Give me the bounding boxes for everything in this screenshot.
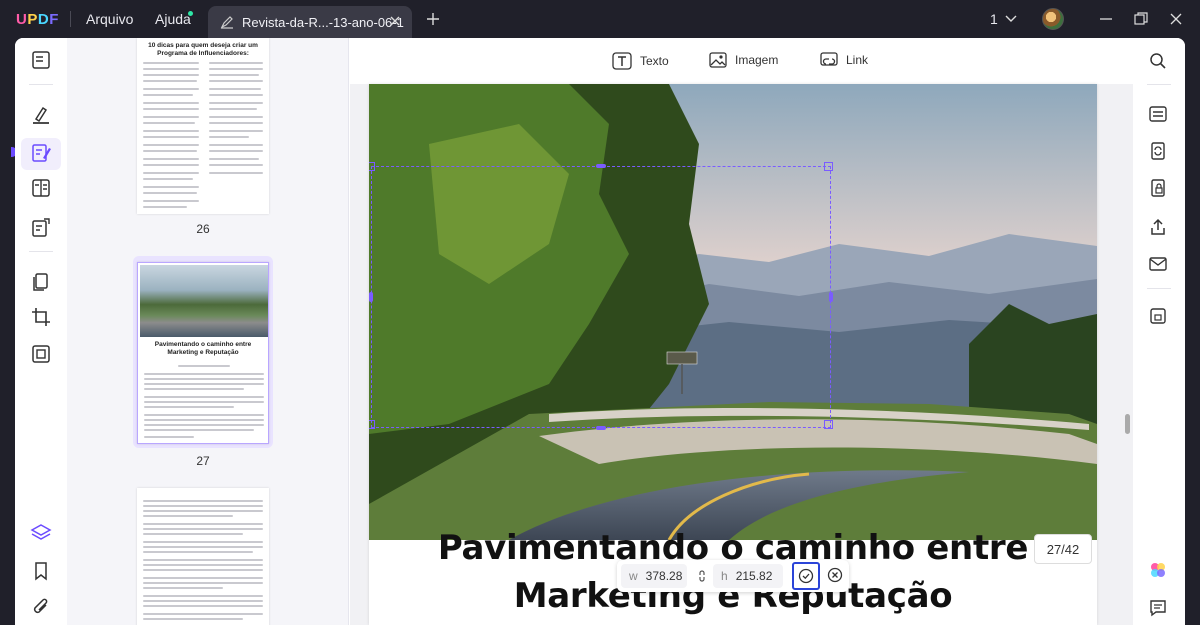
thumbnail-page-number: 27 [196, 454, 210, 468]
toolbar-divider [1147, 84, 1171, 85]
ocr-icon[interactable] [1148, 104, 1168, 124]
image-size-bar: w 378.28 h 215.82 [617, 560, 849, 592]
watermark-icon[interactable] [30, 343, 52, 365]
edit-pdf-icon[interactable] [30, 142, 52, 164]
thumb-road-image [140, 265, 268, 337]
restore-icon[interactable] [1133, 11, 1149, 27]
add-link-button[interactable]: Link [820, 52, 868, 68]
save-icon[interactable] [1148, 306, 1168, 326]
height-label: h [721, 569, 728, 583]
edit-toolbar: Texto Imagem Link [350, 38, 1133, 84]
crop-handle-top-left[interactable] [369, 162, 375, 171]
thumbnail-page-28[interactable] [137, 488, 269, 625]
menu-ajuda[interactable]: Ajuda [155, 11, 191, 27]
search-icon[interactable] [1148, 51, 1168, 71]
convert-icon[interactable] [1148, 141, 1168, 161]
layers-icon[interactable] [30, 522, 52, 544]
form-icon[interactable] [30, 177, 52, 199]
thumbnail-panel: 10 dicas para quem deseja criar um Progr… [67, 38, 349, 625]
add-image-label: Imagem [735, 53, 779, 67]
title-divider [70, 11, 71, 27]
crop-icon[interactable] [30, 306, 52, 328]
comment-highlight-icon[interactable] [30, 104, 52, 126]
add-image-button[interactable]: Imagem [709, 52, 778, 68]
close-window-icon[interactable] [1168, 11, 1184, 27]
height-value: 215.82 [735, 569, 773, 583]
add-text-label: Texto [640, 54, 669, 68]
minimize-icon[interactable] [1098, 11, 1114, 27]
thumbnail-page-number: 26 [196, 222, 210, 236]
main-area: 10 dicas para quem deseja criar um Progr… [15, 38, 1185, 625]
menu-arquivo[interactable]: Arquivo [86, 11, 133, 27]
pdf-page: Pavimentando o caminho entre Marketing e… [369, 84, 1097, 625]
title-bar: UPDF Arquivo Ajuda Revista-da-R...-13-an… [0, 0, 1200, 38]
left-toolbar [15, 38, 67, 625]
toolbar-divider [1147, 288, 1171, 289]
bookmark-icon[interactable] [30, 560, 52, 582]
cancel-circle-icon[interactable] [827, 567, 843, 583]
crop-handle-bottom[interactable] [596, 426, 606, 430]
document-canvas: Pavimentando o caminho entre Marketing e… [350, 84, 1133, 625]
ai-assistant-icon[interactable] [1148, 560, 1168, 580]
share-icon[interactable] [1148, 217, 1168, 237]
plus-icon[interactable] [425, 11, 441, 27]
updf-logo: UPDF [16, 11, 59, 28]
link-icon [820, 52, 838, 66]
vertical-scrollbar[interactable] [1125, 414, 1130, 434]
lock-ratio-icon[interactable] [697, 570, 707, 582]
user-avatar[interactable] [1042, 8, 1064, 30]
text-icon [612, 52, 632, 70]
reader-icon[interactable] [30, 49, 52, 71]
crop-handle-bottom-left[interactable] [369, 420, 375, 429]
notification-dot [188, 11, 193, 16]
organize-pages-icon[interactable] [30, 271, 52, 293]
crop-handle-bottom-right[interactable] [824, 420, 833, 429]
crop-handle-top[interactable] [596, 164, 606, 168]
check-circle-icon [798, 568, 814, 584]
add-link-label: Link [846, 53, 869, 67]
toolbar-divider [29, 251, 53, 252]
thumbnail-page-26[interactable]: 10 dicas para quem deseja criar um Progr… [137, 38, 269, 214]
add-text-button[interactable]: Texto [612, 52, 669, 70]
document-tab[interactable]: Revista-da-R...-13-ano-06-1 [208, 6, 412, 38]
fill-sign-icon[interactable] [30, 216, 52, 238]
thumbnail-page-27[interactable]: Pavimentando o caminho entre Marketing e… [137, 262, 269, 444]
attachment-icon[interactable] [30, 596, 52, 618]
width-field[interactable]: w 378.28 [621, 564, 687, 588]
page-indicator[interactable]: 27/42 [1034, 534, 1092, 564]
width-value: 378.28 [645, 569, 683, 583]
thumb-heading: 10 dicas para quem deseja criar um Progr… [148, 42, 258, 57]
crop-handle-top-right[interactable] [824, 162, 833, 171]
crop-handle-left[interactable] [369, 292, 373, 302]
email-icon[interactable] [1148, 254, 1168, 274]
right-toolbar [1133, 38, 1185, 625]
pen-edit-icon [220, 16, 233, 29]
image-crop-selection[interactable] [371, 166, 831, 428]
toolbar-divider [29, 84, 53, 85]
height-field[interactable]: h 215.82 [713, 564, 783, 588]
chevron-down-icon[interactable] [1004, 13, 1018, 25]
close-tab-icon[interactable] [388, 14, 402, 28]
tab-title: Revista-da-R...-13-ano-06-1 [242, 14, 404, 30]
window-count[interactable]: 1 [990, 11, 998, 27]
thumb-heading: Pavimentando o caminho entre Marketing e… [154, 341, 252, 356]
comments-icon[interactable] [1148, 598, 1168, 618]
image-icon [709, 52, 727, 68]
crop-handle-right[interactable] [829, 292, 833, 302]
protect-icon[interactable] [1148, 178, 1168, 198]
width-label: w [629, 569, 638, 583]
confirm-button[interactable] [792, 562, 820, 590]
